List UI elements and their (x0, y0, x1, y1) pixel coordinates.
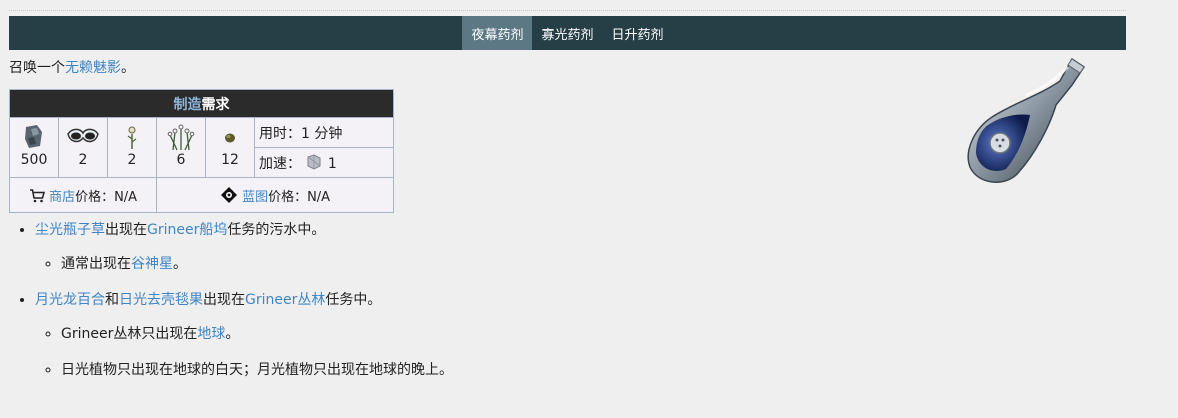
market-price: 商店价格：N/A (9, 177, 157, 213)
resource-cell: 500 (9, 117, 59, 178)
cart-icon (29, 188, 45, 202)
sub-list-item: 日光植物只出现在地球的白天；月光植物只出现在地球的晚上。 (61, 358, 453, 382)
tab-nightfall-potion[interactable]: 夜幕药剂 (462, 16, 533, 50)
item-text: 和 (105, 292, 119, 308)
resource-count: 12 (221, 152, 239, 168)
build-time: 用时：1 分钟 (254, 117, 394, 148)
list-item: 尘光瓶子草出现在Grineer船坞任务的污水中。 通常出现在谷神星。 (35, 218, 453, 276)
market-link[interactable]: 商店 (49, 190, 75, 205)
sub-list-item: Grineer丛林只出现在地球。 (61, 322, 453, 346)
item-text: 通常出现在 (61, 256, 131, 272)
item-link[interactable]: 日光去壳毯果 (119, 292, 203, 308)
item-link[interactable]: Grineer船坞 (147, 222, 227, 238)
resource-count: 2 (78, 152, 88, 168)
item-link[interactable]: 月光龙百合 (35, 292, 105, 308)
item-link[interactable]: 谷神星 (131, 256, 173, 272)
market-price-text: 价格：N/A (75, 189, 138, 205)
resource-count: 500 (20, 152, 48, 168)
item-link[interactable]: 地球 (197, 326, 225, 342)
top-divider (9, 10, 1126, 11)
item-text: Grineer丛林只出现在 (61, 326, 198, 342)
acquisition-list: 尘光瓶子草出现在Grineer船坞任务的污水中。 通常出现在谷神星。 月光龙百合… (0, 218, 453, 394)
rush-cost: 加速： 1 (254, 147, 394, 178)
platinum-icon (307, 153, 321, 170)
summary-text: 召唤一个无赖魅影。 (9, 57, 135, 77)
summary-link[interactable]: 无赖魅影 (65, 60, 121, 76)
rush-label: 加速： (259, 155, 301, 172)
blueprint-price: 蓝图价格：N/A (156, 177, 394, 213)
item-text: 日光植物只出现在地球的白天；月光植物只出现在地球的晚上。 (61, 362, 453, 378)
resource-cell: 12 (205, 117, 255, 178)
blueprint-link[interactable]: 蓝图 (242, 190, 268, 205)
flower-cluster-icon[interactable] (157, 122, 205, 152)
crafting-header: 制造需求 (9, 89, 394, 118)
tab-dusk-potion[interactable]: 寡光药剂 (532, 16, 602, 50)
resource-cell: 6 (156, 117, 206, 178)
item-link[interactable]: 尘光瓶子草 (35, 222, 105, 238)
tab-sunrise-potion[interactable]: 日升药剂 (603, 16, 673, 50)
item-text: 任务中。 (325, 292, 382, 308)
sprout-icon[interactable] (108, 122, 156, 152)
summary-suffix: 。 (121, 60, 135, 76)
tab-bar: 夜幕药剂 寡光药剂 日升药剂 (9, 16, 1126, 50)
potion-flask-image (967, 57, 1086, 183)
rush-value: 1 (327, 155, 337, 172)
ferrite-icon[interactable] (10, 122, 58, 152)
resource-cell: 2 (107, 117, 157, 178)
blueprint-icon (220, 186, 237, 203)
item-text: 出现在 (105, 222, 147, 238)
item-text: 。 (173, 256, 187, 272)
crafting-link[interactable]: 制造 (174, 97, 202, 113)
resource-count: 6 (176, 152, 186, 168)
crafting-table: 制造需求 500 2 2 6 12 用时：1 分钟 加速： 1 商店价格：N/A… (9, 89, 394, 213)
goggles-icon[interactable] (59, 122, 107, 152)
sub-list-item: 通常出现在谷神星。 (61, 252, 453, 276)
item-text: 出现在 (203, 292, 245, 308)
item-text: 。 (225, 326, 240, 342)
blueprint-price-text: 价格：N/A (268, 189, 331, 205)
item-text: 任务的污水中。 (227, 222, 326, 238)
list-item: 月光龙百合和日光去壳毯果出现在Grineer丛林任务中。 Grineer丛林只出… (35, 288, 453, 382)
resource-count: 2 (127, 152, 137, 168)
summary-prefix: 召唤一个 (9, 60, 65, 76)
seed-icon[interactable] (206, 122, 254, 152)
resource-cell: 2 (58, 117, 108, 178)
item-link[interactable]: Grineer丛林 (245, 292, 325, 308)
crafting-title: 需求 (201, 96, 230, 113)
